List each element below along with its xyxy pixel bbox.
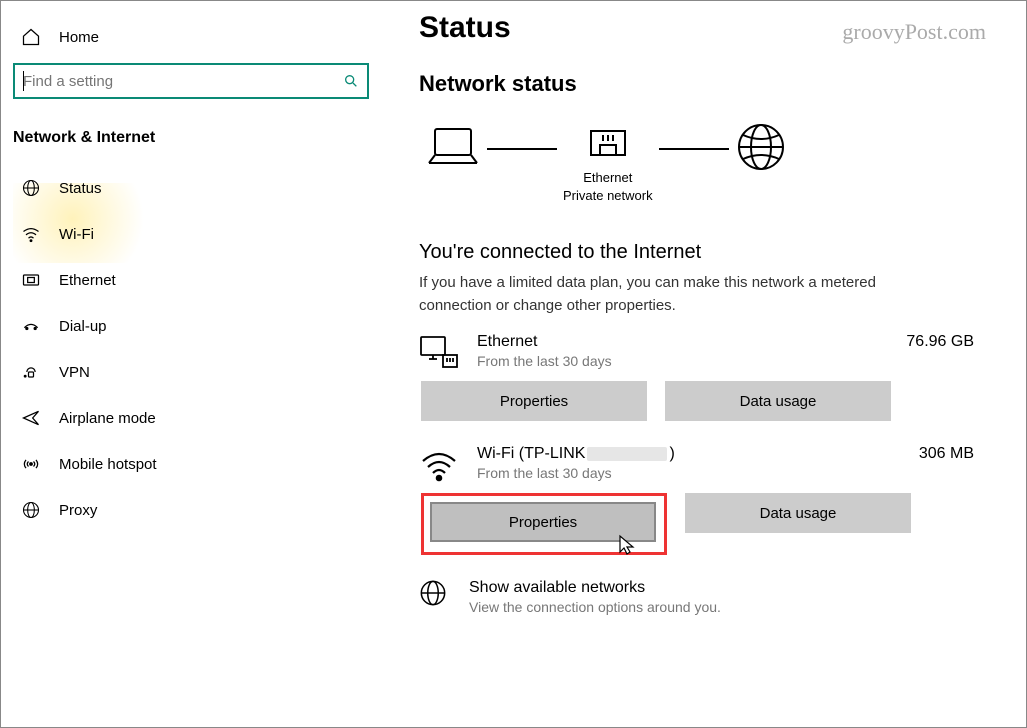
cursor-icon [618,534,636,556]
ethernet-device-icon [419,335,459,371]
home-label: Home [59,29,99,46]
show-available-networks[interactable]: Show available networks View the connect… [419,579,986,615]
sidebar-item-label: Dial-up [59,318,107,335]
section-title: Network & Internet [13,129,369,147]
sidebar-item-label: VPN [59,364,90,381]
globe-icon [419,579,451,611]
sidebar-item-proxy[interactable]: Proxy [13,487,369,533]
search-input-wrap[interactable] [13,63,369,99]
connection-row-wifi: Wi-Fi (TP-LINK) From the last 30 days 30… [419,445,986,483]
highlight-annotation: Properties [421,493,667,555]
subtitle: Network status [419,71,986,97]
wifi-data-usage-button[interactable]: Data usage [685,493,911,533]
sidebar-item-label: Ethernet [59,272,116,289]
sidebar: Home Network & Internet Status Wi-Fi [1,1,381,727]
home-link[interactable]: Home [13,19,369,63]
sidebar-item-airplane[interactable]: Airplane mode [13,395,369,441]
redacted-ssid [587,447,667,461]
available-sub: View the connection options around you. [469,599,721,615]
connection-row-ethernet: Ethernet From the last 30 days 76.96 GB [419,333,986,371]
sidebar-item-label: Proxy [59,502,97,519]
airplane-icon [21,408,41,428]
connection-name: Ethernet [477,333,888,351]
globe-icon [21,178,41,198]
connection-sub: From the last 30 days [477,353,888,369]
ethernet-icon [21,270,41,290]
sidebar-item-wifi[interactable]: Wi-Fi [13,211,369,257]
network-diagram: Ethernet Private network [419,121,986,215]
diagram-label-1: Ethernet [583,170,632,185]
available-title: Show available networks [469,579,721,597]
connection-headline: You're connected to the Internet [419,241,986,264]
sidebar-item-status[interactable]: Status [13,165,369,211]
sidebar-item-vpn[interactable]: VPN [13,349,369,395]
text-caret [23,71,24,91]
sidebar-item-label: Mobile hotspot [59,456,157,473]
connection-desc: If you have a limited data plan, you can… [419,272,939,317]
sidebar-item-dialup[interactable]: Dial-up [13,303,369,349]
home-icon [21,27,41,47]
sidebar-item-label: Airplane mode [59,410,156,427]
sidebar-item-label: Status [59,180,102,197]
connection-usage: 76.96 GB [906,333,974,351]
sidebar-item-ethernet[interactable]: Ethernet [13,257,369,303]
connection-name: Wi-Fi (TP-LINK) [477,445,901,463]
proxy-icon [21,500,41,520]
sidebar-item-hotspot[interactable]: Mobile hotspot [13,441,369,487]
connection-sub: From the last 30 days [477,465,901,481]
connection-usage: 306 MB [919,445,974,463]
wifi-icon [21,224,41,244]
dialup-icon [21,316,41,336]
hotspot-icon [21,454,41,474]
sidebar-item-label: Wi-Fi [59,226,94,243]
search-icon [343,73,359,89]
search-input[interactable] [23,73,343,90]
ethernet-port-icon [585,125,631,169]
ethernet-properties-button[interactable]: Properties [421,381,647,421]
laptop-icon [425,125,481,169]
globe-large-icon [735,121,787,173]
vpn-icon [21,362,41,382]
watermark: groovyPost.com [842,19,986,45]
wifi-device-icon [419,447,459,483]
ethernet-data-usage-button[interactable]: Data usage [665,381,891,421]
diagram-label-2: Private network [563,188,653,203]
main-pane: groovyPost.com Status Network status [381,1,1026,727]
